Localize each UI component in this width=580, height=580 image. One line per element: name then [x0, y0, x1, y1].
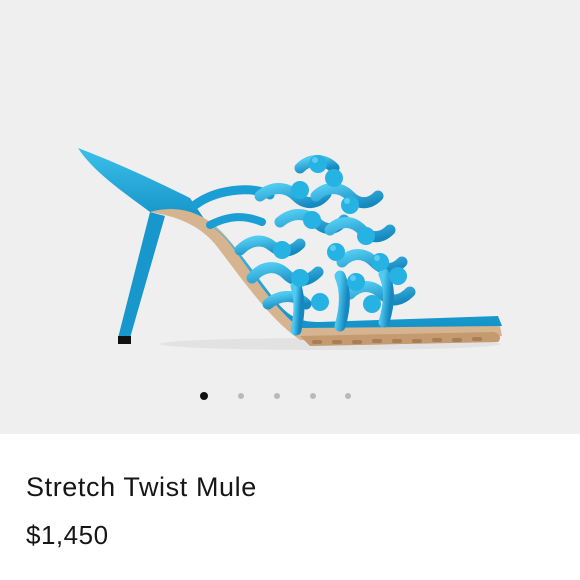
carousel-dot-2[interactable]	[238, 393, 244, 399]
carousel-dot-1[interactable]	[200, 392, 208, 400]
product-page: Stretch Twist Mule $1,450	[0, 0, 580, 580]
product-details: Stretch Twist Mule $1,450	[0, 434, 580, 580]
product-price: $1,450	[26, 520, 109, 550]
carousel-dot-4[interactable]	[310, 393, 316, 399]
carousel-pagination	[0, 390, 580, 404]
product-title: Stretch Twist Mule	[26, 472, 257, 502]
carousel-dot-5[interactable]	[345, 393, 351, 399]
product-image[interactable]	[0, 0, 580, 434]
carousel-dot-3[interactable]	[274, 393, 280, 399]
product-image-gallery[interactable]	[0, 0, 580, 434]
